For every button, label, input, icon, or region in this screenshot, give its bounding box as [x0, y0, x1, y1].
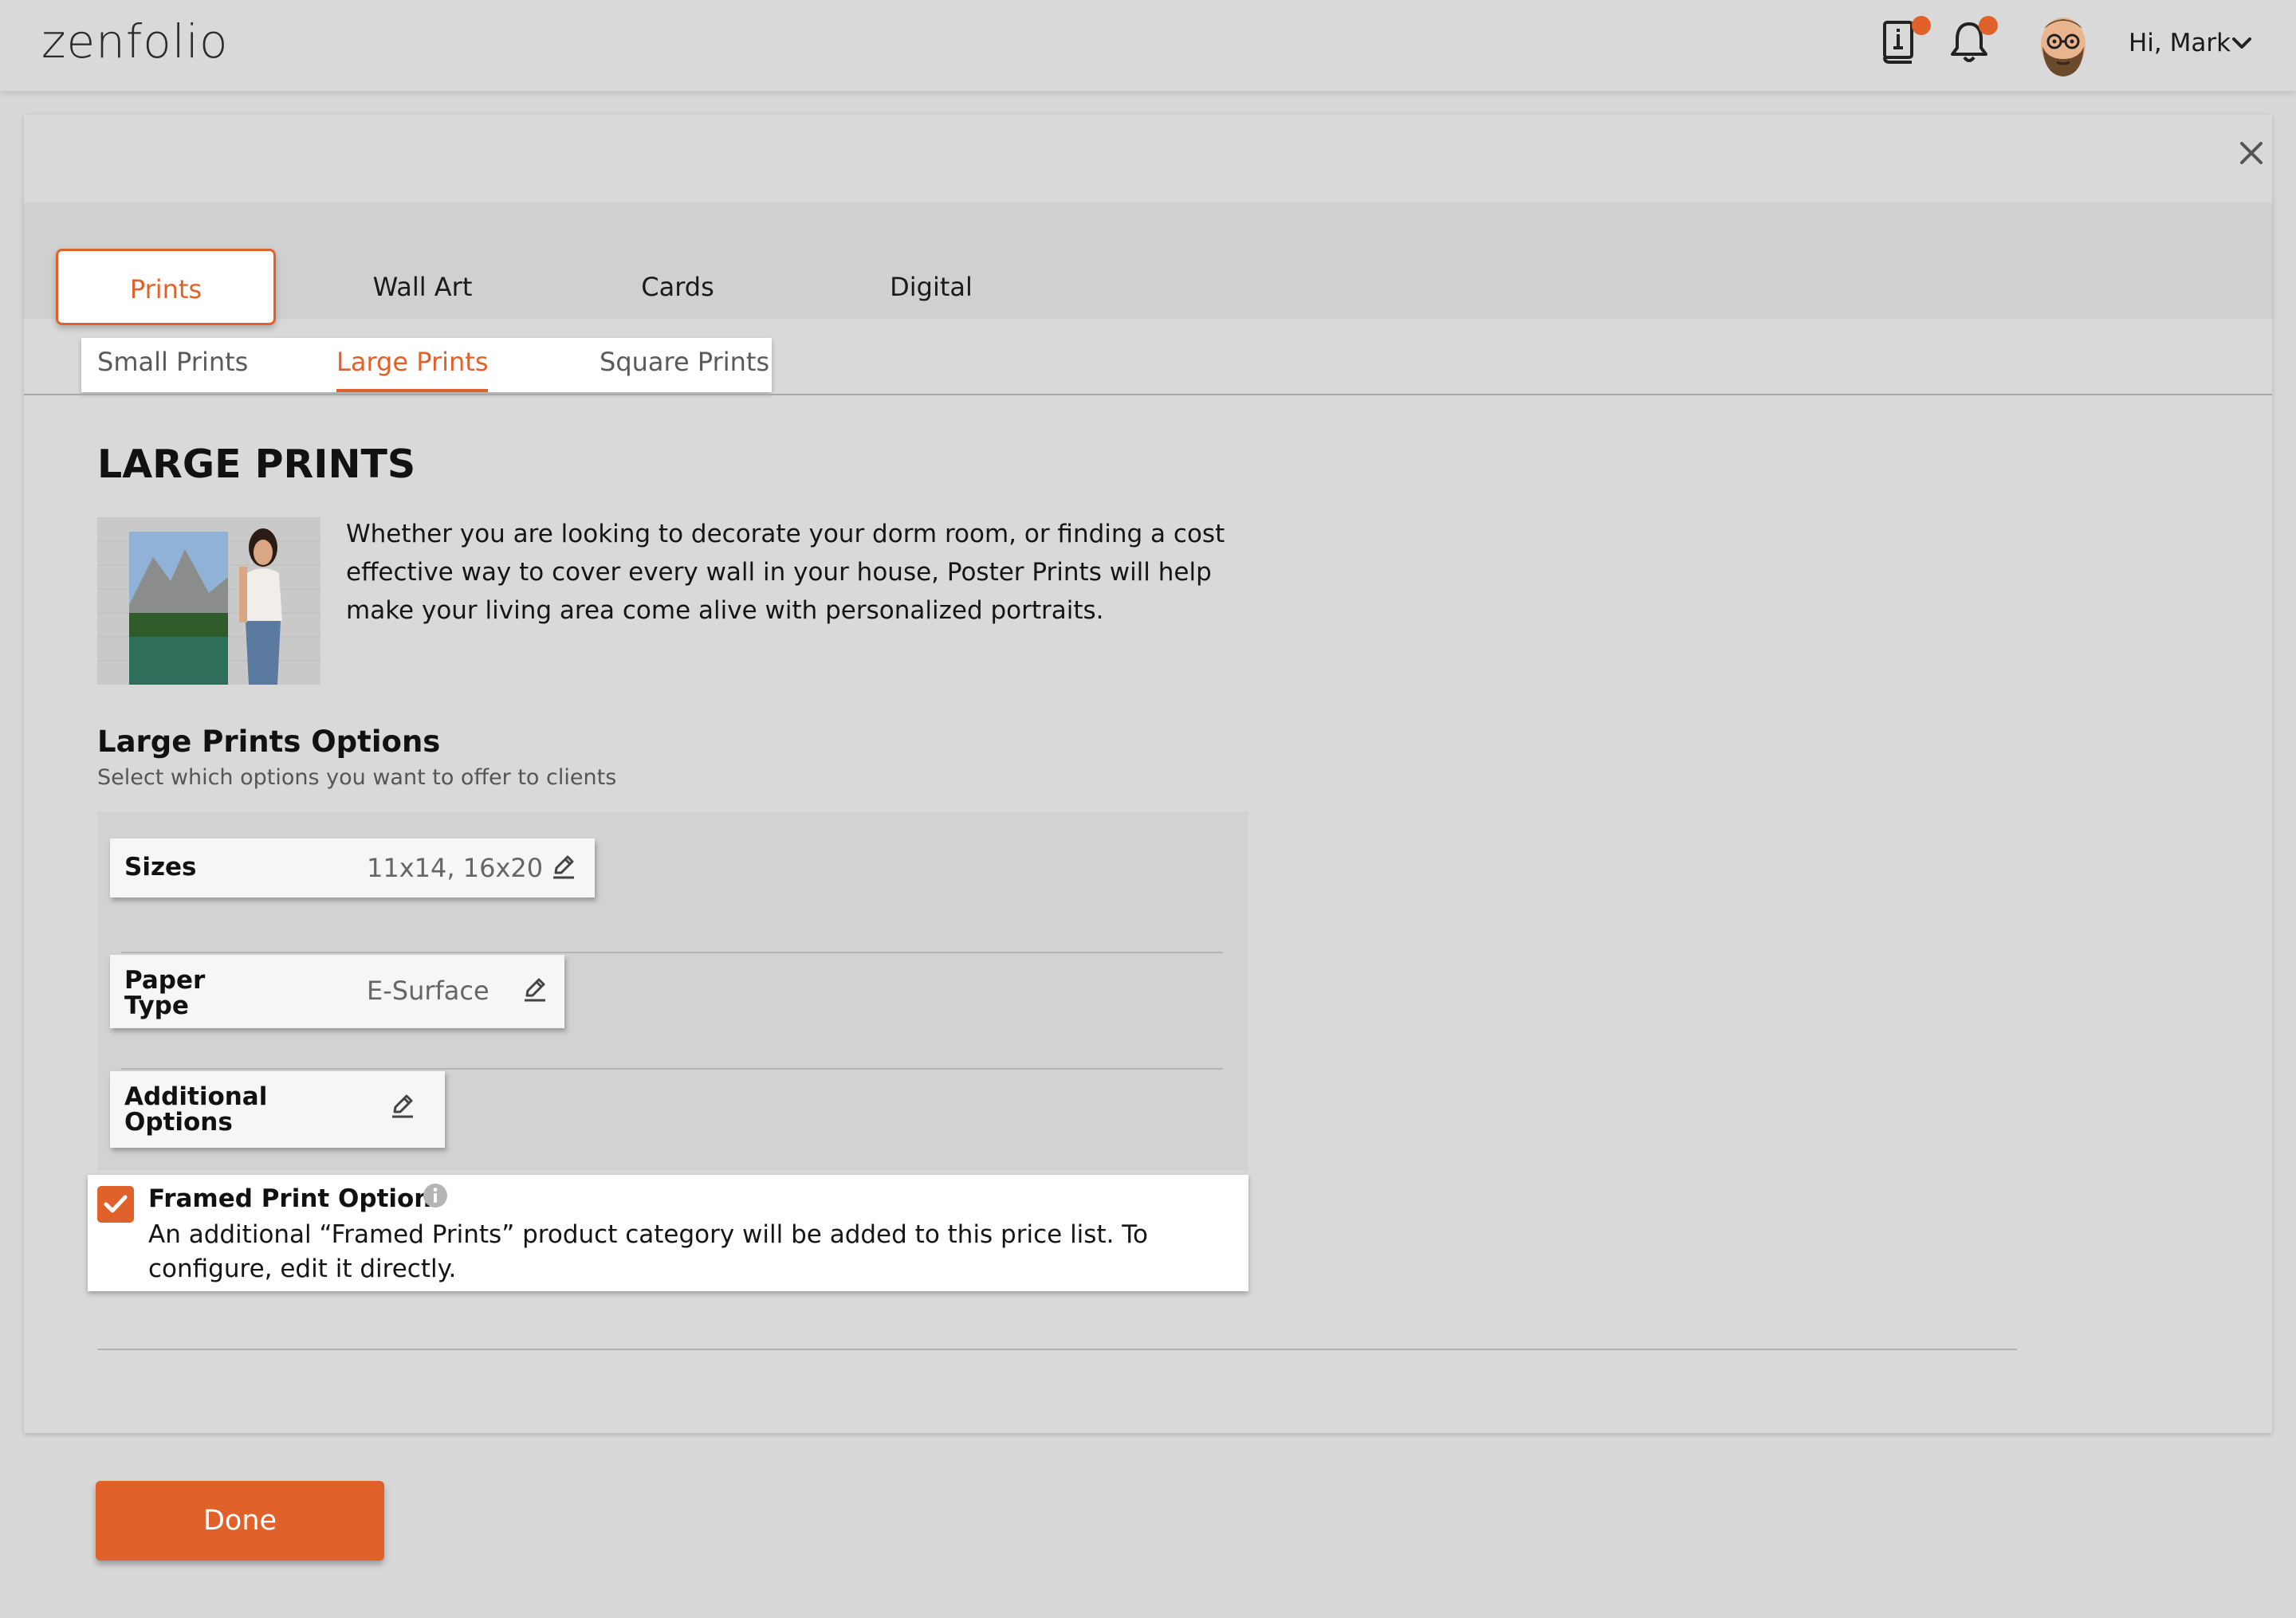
notification-dot — [1912, 16, 1931, 35]
page-title: LARGE PRINTS — [97, 442, 416, 487]
guide-book-icon[interactable] — [1880, 16, 1931, 70]
top-bar: zenfolio Hi, Mark — [0, 0, 2296, 91]
section-divider — [97, 1349, 2017, 1350]
pencil-icon[interactable] — [521, 976, 548, 1003]
options-list: Sizes 11x14, 16x20 Paper Type E-Surface — [97, 811, 1248, 1170]
subcategory-tabs: Small Prints Large Prints Square Prints — [81, 338, 772, 392]
avatar[interactable] — [2033, 11, 2094, 80]
pencil-icon[interactable] — [550, 853, 577, 880]
tab-cards[interactable]: Cards — [568, 249, 788, 325]
additional-options-option[interactable]: Additional Options — [110, 1071, 445, 1148]
paper-type-option[interactable]: Paper Type E-Surface — [110, 955, 564, 1028]
tab-digital[interactable]: Digital — [821, 249, 1041, 325]
tab-prints[interactable]: Prints — [56, 249, 276, 325]
subtab-square-prints[interactable]: Square Prints — [600, 346, 769, 378]
framed-print-checkbox[interactable] — [97, 1186, 134, 1223]
option-divider — [121, 1068, 1223, 1070]
product-image — [97, 517, 320, 685]
option-label: Paper Type — [124, 966, 206, 1020]
zenfolio-logo[interactable]: zenfolio — [41, 14, 229, 69]
options-title: Large Prints Options — [97, 725, 441, 759]
framed-print-title: Framed Print Option — [148, 1184, 432, 1213]
options-subtitle: Select which options you want to offer t… — [97, 765, 617, 790]
sizes-option[interactable]: Sizes 11x14, 16x20 — [110, 838, 595, 897]
option-value: 11x14, 16x20 — [367, 853, 544, 883]
option-label: Sizes — [124, 853, 197, 882]
framed-print-option: Framed Print Option An additional “Frame… — [88, 1175, 1248, 1291]
option-value: E-Surface — [367, 976, 489, 1006]
option-label: Additional Options — [124, 1082, 268, 1137]
info-icon[interactable] — [423, 1183, 448, 1208]
bell-icon[interactable] — [1948, 16, 1998, 70]
user-greeting[interactable]: Hi, Mark — [2129, 29, 2231, 57]
option-divider — [121, 952, 1223, 953]
notification-dot — [1979, 16, 1998, 35]
subtab-divider — [24, 394, 2272, 395]
pencil-icon[interactable] — [389, 1092, 416, 1119]
subtab-small-prints[interactable]: Small Prints — [97, 346, 248, 378]
done-button[interactable]: Done — [96, 1481, 384, 1561]
chevron-down-icon[interactable] — [2231, 35, 2253, 51]
product-panel: Prints Wall Art Cards Digital Small Prin… — [24, 115, 2272, 1433]
close-icon[interactable] — [2235, 137, 2267, 169]
section-description: Whether you are looking to decorate your… — [346, 520, 1225, 625]
framed-print-description: An additional “Framed Prints” product ca… — [148, 1220, 1148, 1283]
subtab-large-prints[interactable]: Large Prints — [336, 346, 489, 392]
tab-wall-art[interactable]: Wall Art — [313, 249, 533, 325]
